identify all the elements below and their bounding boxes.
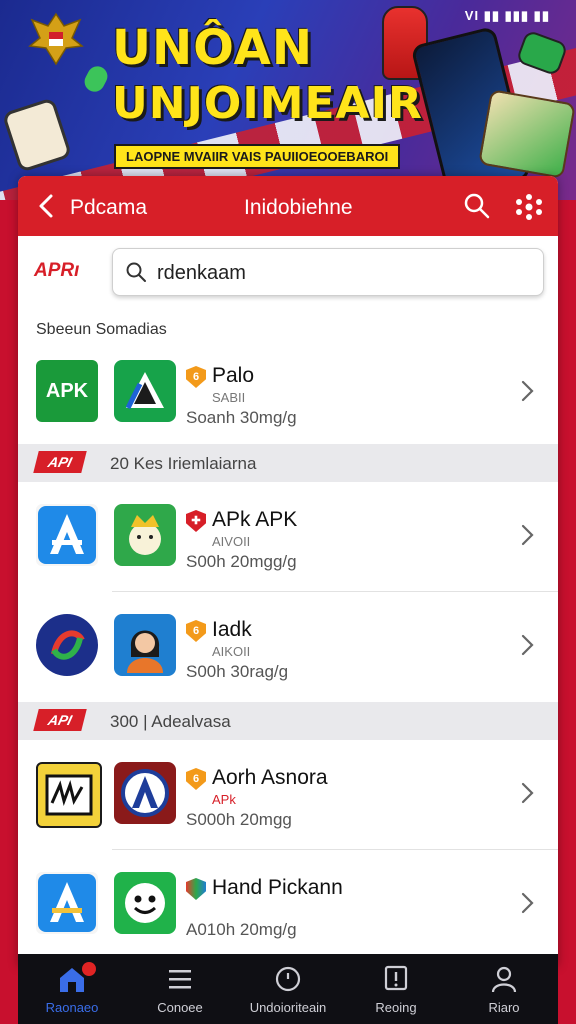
api-tag: API xyxy=(33,709,87,731)
nav-home[interactable]: Raonaeo xyxy=(18,954,126,1024)
app-bar: Pdcama Inidobiehne xyxy=(18,176,558,236)
back-arrow-icon[interactable] xyxy=(32,190,62,222)
app-size: S000h 20mgg xyxy=(186,810,292,829)
app-subtitle: AIKOII xyxy=(212,644,251,659)
app-name: APk APK xyxy=(212,508,298,531)
banner-title-line2: UNJOIMEAIR xyxy=(112,78,423,129)
shield-icon: 6 xyxy=(186,366,206,388)
breadcrumb[interactable]: Pdcama xyxy=(70,196,147,220)
app-store-icon xyxy=(114,360,176,422)
app-subtitle: AIVOII xyxy=(212,534,251,549)
list-item[interactable]: Hand Pickann A010h 20mg/g xyxy=(18,850,558,960)
settings-dots-icon[interactable] xyxy=(514,192,544,222)
appstore-a-icon xyxy=(36,872,98,934)
nav-label: Conoee xyxy=(157,1000,203,1015)
nav-label: Raonaeo xyxy=(45,1000,99,1015)
chevron-right-icon xyxy=(521,524,534,546)
app-subtitle: SABII xyxy=(212,390,246,405)
banner-title-line1: UNÔAN xyxy=(112,20,313,76)
banner-tagline: LAOPNE MVAIIR VAIS PAUIIOEOOEBAROI xyxy=(114,144,401,169)
api-tag: API xyxy=(33,451,87,473)
section-title: Sbeeun Somadias xyxy=(36,321,167,338)
app-size: S00h 30rag/g xyxy=(186,662,289,681)
list-item[interactable]: APK 6 Palo SABII Soanh 30mg/g xyxy=(18,338,558,448)
crowned-face-icon xyxy=(129,515,161,555)
nav-label: Riaro xyxy=(488,1000,520,1015)
section-band: API 300 | Adealvasa xyxy=(18,702,558,740)
garuda-emblem-icon xyxy=(28,12,84,66)
clock-icon xyxy=(275,966,301,992)
nav-updates[interactable]: Undoioriteain xyxy=(234,954,342,1024)
game-board-icon xyxy=(478,89,576,179)
bottom-navigation: Raonaeo Conoee Undoioriteain Reoing Riar… xyxy=(18,954,558,1024)
alert-icon xyxy=(384,965,408,991)
mahjong-tile-icon xyxy=(1,97,73,173)
search-box[interactable] xyxy=(112,248,544,296)
app-panel: Pdcama Inidobiehne APRı Sbeeun Somadias xyxy=(18,176,558,966)
apk-logo: APRı xyxy=(34,260,80,281)
nav-categories[interactable]: Conoee xyxy=(126,954,234,1024)
list-item[interactable]: 6 Iadk AIKOII S00h 30rag/g xyxy=(18,592,558,702)
app-name: Aorh Asnora xyxy=(212,766,328,789)
smiley-app-icon xyxy=(114,872,176,934)
notification-dot xyxy=(82,962,96,976)
app-size: A010h 20mg/g xyxy=(186,920,297,939)
list-item[interactable]: ✚ APk APK AIVOII S00h 20mgg/g xyxy=(18,482,558,592)
circle-a-icon xyxy=(121,769,169,817)
status-bar: VI ▮▮ ▮▮▮ ▮▮ xyxy=(464,8,550,23)
apk-badge-icon: ✚ xyxy=(186,510,206,532)
app-name: Iadk xyxy=(212,618,252,641)
nav-reports[interactable]: Reoing xyxy=(342,954,450,1024)
chevron-right-icon xyxy=(521,782,534,804)
app-subtitle: APk xyxy=(212,792,236,807)
section-label: 20 Kes Iriemlaiarna xyxy=(110,454,257,473)
page-title: Inidobiehne xyxy=(244,196,353,219)
apk-app-icon: APK xyxy=(36,360,98,422)
menu-icon xyxy=(169,970,191,989)
chevron-right-icon xyxy=(521,892,534,914)
emblem-app-icon xyxy=(114,762,176,824)
smiley-face-icon xyxy=(125,883,165,923)
app-name: Hand Pickann xyxy=(212,876,343,899)
signature-app-icon xyxy=(36,762,102,828)
app-size: Soanh 30mg/g xyxy=(186,408,297,427)
section-band: API 20 Kes Iriemlaiarna xyxy=(18,444,558,482)
search-magnifier-icon xyxy=(126,262,146,282)
feather-icon xyxy=(186,878,206,900)
section-label: 300 | Adealvasa xyxy=(110,712,231,731)
chevron-right-icon xyxy=(521,634,534,656)
nav-label: Undoioriteain xyxy=(249,1000,327,1015)
search-icon[interactable] xyxy=(463,192,491,220)
app-name: Palo xyxy=(212,364,255,387)
globe-app-icon xyxy=(36,614,98,676)
blue-a-icon xyxy=(38,874,96,932)
blue-a-icon xyxy=(38,506,96,564)
search-row: APRı xyxy=(18,236,558,312)
swirl-icon xyxy=(51,630,85,660)
woman-portrait-icon xyxy=(127,630,163,673)
promo-banner[interactable]: VI ▮▮ ▮▮▮ ▮▮ UNÔAN UNJOIMEAIR LAOPNE MVA… xyxy=(0,0,576,200)
appstore-a-icon xyxy=(36,504,98,566)
triangle-a-icon xyxy=(125,372,164,410)
chevron-right-icon xyxy=(521,380,534,402)
shield-icon: 6 xyxy=(186,768,206,790)
search-input[interactable] xyxy=(155,259,529,287)
mascot-app-icon xyxy=(114,504,176,566)
nav-profile[interactable]: Riaro xyxy=(450,954,558,1024)
nav-label: Reoing xyxy=(375,1000,417,1015)
list-item[interactable]: 6 Aorh Asnora APk S000h 20mgg xyxy=(18,740,558,850)
signature-icon xyxy=(45,774,93,816)
portrait-app-icon xyxy=(114,614,176,676)
shield-icon: 6 xyxy=(186,620,206,642)
app-size: S00h 20mgg/g xyxy=(186,552,297,571)
user-icon xyxy=(491,966,517,993)
